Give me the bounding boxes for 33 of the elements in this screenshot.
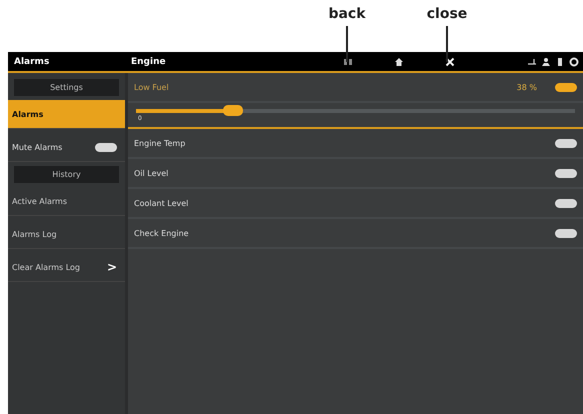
toggle-switch[interactable]: [95, 142, 117, 152]
alarm-label: Check Engine: [134, 228, 189, 238]
callout-label: back: [328, 6, 366, 22]
antenna-icon[interactable]: [527, 56, 537, 66]
toggle-switch[interactable]: [555, 138, 577, 148]
menu-item[interactable]: Alarms Log: [8, 220, 125, 249]
leader-line: [346, 26, 348, 62]
slider-thumb[interactable]: [222, 104, 243, 116]
toggle-switch[interactable]: [555, 168, 577, 178]
toggle-switch[interactable]: [555, 198, 577, 208]
menu-label: Mute Alarms: [12, 142, 62, 152]
leader-line: [446, 26, 448, 62]
section-heading: History: [14, 166, 119, 183]
battery-icon[interactable]: [555, 56, 565, 66]
menu-item[interactable]: Active Alarms: [8, 187, 125, 216]
alarm-label: Engine Temp: [134, 138, 186, 148]
back-icon[interactable]: [343, 56, 353, 66]
close-icon[interactable]: [445, 56, 455, 66]
menu-item[interactable]: Clear Alarms Log >: [8, 253, 125, 282]
settings-icon[interactable]: [569, 56, 579, 66]
page-title: Engine: [130, 56, 167, 66]
menu-item[interactable]: Alarms: [8, 100, 125, 129]
toggle-switch[interactable]: [555, 82, 577, 92]
person-icon[interactable]: [541, 56, 551, 66]
alarm-label: Low Fuel: [134, 82, 169, 92]
toggle-switch[interactable]: [555, 228, 577, 238]
callout-label: close: [426, 6, 468, 22]
alarm-label: Coolant Level: [134, 198, 188, 208]
alarm-reading: 38 %: [516, 82, 537, 92]
alarm-label: Oil Level: [134, 168, 168, 178]
section-heading: Settings: [14, 79, 119, 96]
panel-title: Alarms: [13, 56, 50, 66]
home-icon[interactable]: [394, 56, 404, 66]
